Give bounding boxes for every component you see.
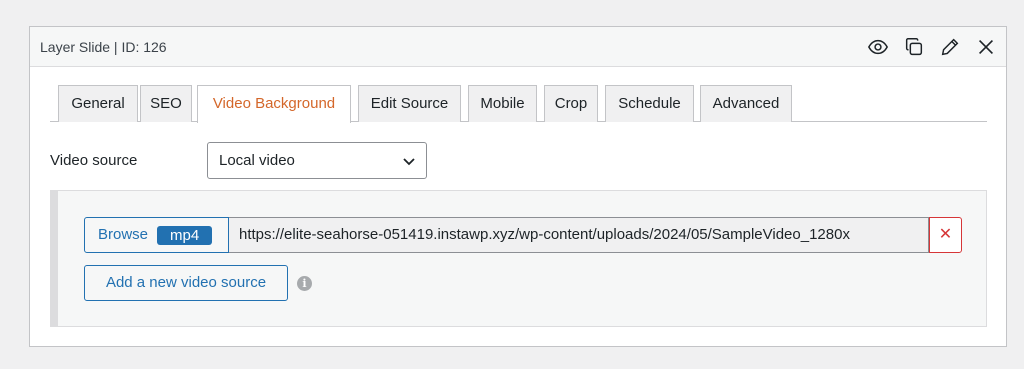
tab-video-background[interactable]: Video Background <box>197 85 351 123</box>
tab-edit-source[interactable]: Edit Source <box>358 85 461 122</box>
remove-source-button[interactable]: ✕ <box>929 217 962 253</box>
add-video-source-button[interactable]: Add a new video source <box>84 265 288 301</box>
video-source-select[interactable]: Local video <box>207 142 427 179</box>
panel-title: Layer Slide | ID: 126 <box>40 39 167 55</box>
layer-slide-panel: Layer Slide | ID: 126 General SEO Video … <box>29 26 1007 347</box>
video-url-field[interactable]: https://elite-seahorse-051419.instawp.xy… <box>229 217 929 253</box>
tab-seo[interactable]: SEO <box>140 85 192 122</box>
tab-schedule[interactable]: Schedule <box>605 85 694 122</box>
tab-advanced[interactable]: Advanced <box>700 85 792 122</box>
video-source-label: Video source <box>50 152 138 169</box>
duplicate-icon[interactable] <box>903 36 925 58</box>
eye-icon[interactable] <box>867 36 889 58</box>
video-source-box <box>50 190 987 327</box>
tab-bar: General SEO Video Background Edit Source… <box>50 85 987 123</box>
browse-label: Browse <box>98 226 149 243</box>
pencil-icon[interactable] <box>939 36 961 58</box>
video-source-selected: Local video <box>219 152 295 169</box>
info-icon[interactable]: i <box>297 276 312 291</box>
browse-button[interactable]: Browse mp4 <box>84 217 229 253</box>
chevron-down-icon <box>403 158 415 166</box>
tab-general[interactable]: General <box>58 85 138 122</box>
header-actions <box>867 36 997 58</box>
panel-header: Layer Slide | ID: 126 <box>30 27 1006 67</box>
close-icon[interactable] <box>975 36 997 58</box>
format-badge: mp4 <box>157 226 213 245</box>
tab-crop[interactable]: Crop <box>544 85 598 122</box>
tab-mobile[interactable]: Mobile <box>468 85 537 122</box>
